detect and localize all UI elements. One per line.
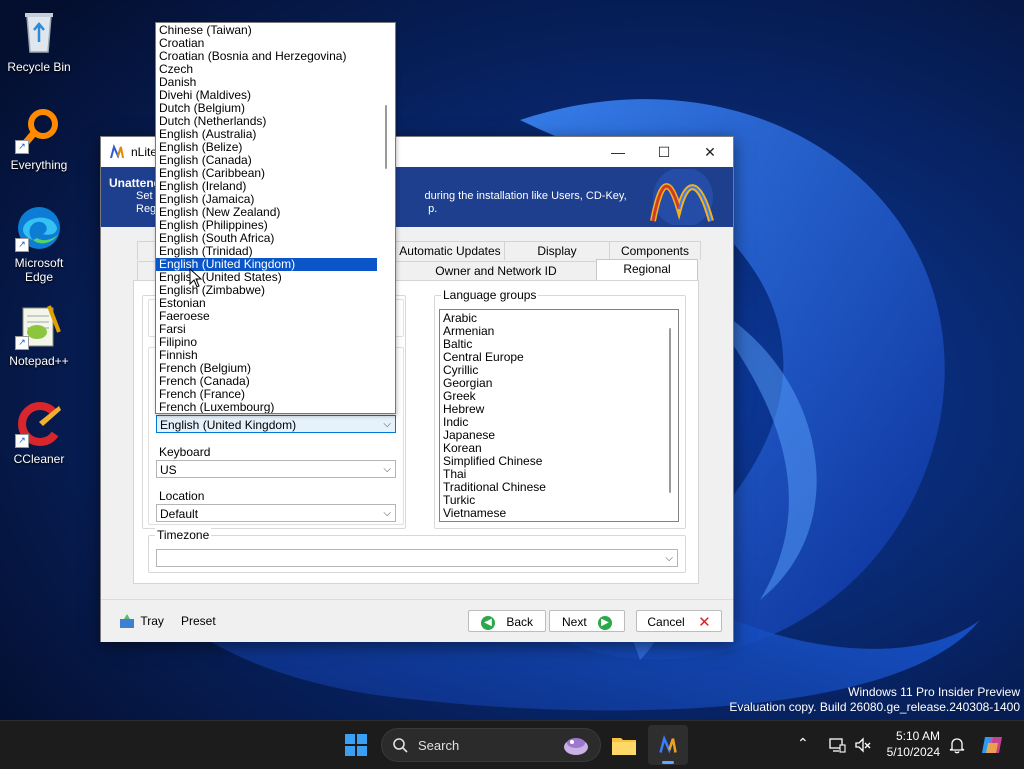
search-icon <box>393 738 408 753</box>
locale-option[interactable]: French (Luxembourg) <box>156 401 377 414</box>
shortcut-arrow-icon: ↗ <box>15 140 29 154</box>
search-highlight-icon <box>564 738 588 755</box>
chevron-down-icon: ⌵ <box>383 464 391 475</box>
wizard-footer: Tray Preset ◀ Back Next ▶ Cancel ✕ <box>101 599 733 642</box>
tab-components[interactable]: Components <box>609 241 701 260</box>
language-group-item[interactable]: Vietnamese <box>440 507 678 520</box>
desktop-icon-edge[interactable]: ↗ Microsoft Edge <box>0 204 78 284</box>
close-icon: ✕ <box>704 144 716 160</box>
timezone-label: Timezone <box>155 528 212 542</box>
language-group-item[interactable]: Simplified Chinese <box>440 455 678 468</box>
locale-option[interactable]: Faeroese <box>156 310 377 323</box>
next-arrow-icon: ▶ <box>598 615 613 630</box>
minimize-icon: — <box>611 144 625 160</box>
desktop-icon-notepad-plus-plus[interactable]: ↗ Notepad++ <box>0 302 78 368</box>
nlite-logo-icon <box>650 169 714 225</box>
everything-search-icon: ↗ <box>15 106 63 154</box>
volume-muted-icon[interactable] <box>854 736 872 754</box>
back-arrow-icon: ◀ <box>480 615 495 630</box>
recycle-bin-icon <box>15 8 63 56</box>
language-group-item[interactable]: Armenian <box>440 325 678 338</box>
language-group-item[interactable]: Traditional Chinese <box>440 481 678 494</box>
close-button[interactable]: ✕ <box>687 137 733 167</box>
clock[interactable]: 5:10 AM 5/10/2024 <box>880 728 940 760</box>
shortcut-arrow-icon: ↗ <box>15 434 29 448</box>
nlite-taskbar-icon <box>659 735 677 754</box>
desktop-icon-everything[interactable]: ↗ Everything <box>0 106 78 172</box>
window-title: nLite <box>131 145 158 159</box>
nlite-taskbar-button[interactable] <box>648 725 688 765</box>
maximize-button[interactable]: ☐ <box>641 137 687 167</box>
shortcut-arrow-icon: ↗ <box>15 238 29 252</box>
ccleaner-icon: ↗ <box>15 400 63 448</box>
chevron-down-icon: ⌵ <box>383 508 391 519</box>
locale-combobox[interactable]: English (United Kingdom) ⌵ <box>156 415 396 433</box>
show-hidden-icons-chevron-icon[interactable]: ⌃ <box>797 735 809 752</box>
language-group-item[interactable]: Hebrew <box>440 403 678 416</box>
running-indicator <box>662 761 674 764</box>
keyboard-combobox[interactable]: US ⌵ <box>156 460 396 478</box>
tab-display[interactable]: Display <box>504 241 610 260</box>
location-combobox[interactable]: Default ⌵ <box>156 504 396 522</box>
maximize-icon: ☐ <box>657 144 671 160</box>
nlite-app-icon <box>110 144 124 159</box>
cancel-button[interactable]: Cancel ✕ <box>636 610 722 632</box>
start-button[interactable] <box>340 729 372 761</box>
shortcut-arrow-icon: ↗ <box>15 336 29 350</box>
locale-dropdown-scrollbar[interactable] <box>377 23 395 413</box>
windows-watermark: Windows 11 Pro Insider Preview Evaluatio… <box>729 685 1020 714</box>
tab-owner-and-network-id[interactable]: Owner and Network ID <box>395 261 597 280</box>
chevron-down-icon: ⌵ <box>383 419 391 430</box>
language-groups-label: Language groups <box>441 288 539 302</box>
chevron-down-icon: ⌵ <box>665 553 673 564</box>
scrollbar-thumb[interactable] <box>669 328 671 493</box>
copilot-icon[interactable] <box>980 733 1004 757</box>
notification-bell-icon[interactable] <box>948 736 966 754</box>
preset-button[interactable]: Preset <box>181 614 216 628</box>
mouse-cursor-icon <box>189 268 203 288</box>
network-icon[interactable] <box>828 736 846 754</box>
minimize-button[interactable]: — <box>595 137 641 167</box>
timezone-combobox[interactable]: ⌵ <box>156 549 678 567</box>
file-explorer-taskbar-icon[interactable] <box>608 729 640 761</box>
tray-button[interactable]: Tray <box>119 613 164 629</box>
scrollbar-thumb[interactable] <box>385 105 387 169</box>
edge-icon: ↗ <box>15 204 63 252</box>
desktop-icon-recycle-bin[interactable]: Recycle Bin <box>0 8 78 74</box>
language-groups-scrollbar[interactable] <box>662 310 678 521</box>
desktop-icon-ccleaner[interactable]: ↗ CCleaner <box>0 400 78 466</box>
notepad-plus-plus-icon: ↗ <box>15 302 63 350</box>
tab-regional[interactable]: Regional <box>596 259 698 280</box>
locale-dropdown-list[interactable]: Chinese (Taiwan) Croatian Croatian (Bosnia… <box>155 22 396 414</box>
location-label: Location <box>159 489 205 503</box>
cancel-x-icon: ✕ <box>698 613 711 631</box>
language-groups-listbox[interactable]: Arabic Armenian Baltic Central Europe Cyrill… <box>439 309 679 522</box>
taskbar: Search ⌃ 5:10 AM 5/10/2024 <box>0 720 1024 769</box>
next-button[interactable]: Next ▶ <box>549 610 625 632</box>
back-button[interactable]: ◀ Back <box>468 610 546 632</box>
taskbar-search-box[interactable]: Search <box>381 728 601 762</box>
tray-icon <box>120 614 134 628</box>
tab-automatic-updates[interactable]: Automatic Updates <box>395 241 505 260</box>
keyboard-label: Keyboard <box>159 445 211 459</box>
